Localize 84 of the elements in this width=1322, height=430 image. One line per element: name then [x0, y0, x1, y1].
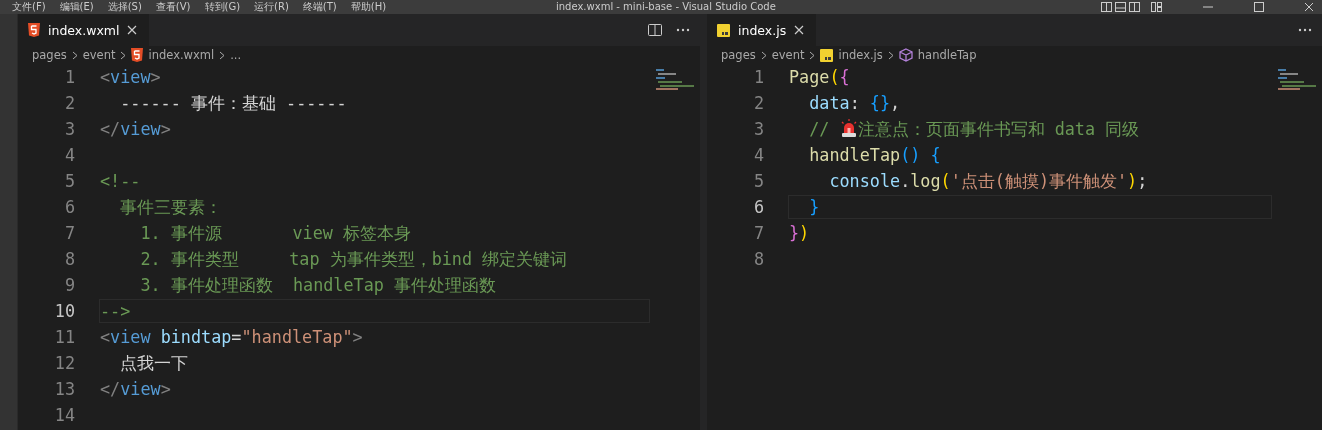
code-line: }): [789, 222, 810, 245]
chevron-icon: [71, 50, 78, 60]
code-line: 点我一下: [119, 352, 189, 375]
close-icon[interactable]: [1304, 2, 1314, 12]
line-number: 13: [53, 379, 75, 399]
code-line: 3. 事件处理函数 handleTap 事件处理函数: [139, 274, 496, 297]
code-line: 注意点：页面事件书写和 data 同级: [857, 118, 1140, 141]
editor-tab[interactable]: index.js: [707, 14, 817, 46]
file-icon: [131, 48, 144, 62]
more-actions-icon[interactable]: [676, 28, 690, 32]
breadcrumb-item[interactable]: event: [771, 48, 805, 62]
code-line: handleTap() {: [808, 144, 941, 167]
minimap-drawing: [1278, 68, 1318, 90]
more-actions-icon[interactable]: [1298, 28, 1312, 32]
line-number: 14: [53, 405, 75, 425]
line-number: 2: [63, 93, 75, 113]
line-number: 4: [63, 145, 75, 165]
code-line: //: [808, 118, 831, 141]
breadcrumb-item[interactable]: pages: [721, 48, 756, 62]
code-line: data: {},: [808, 92, 901, 115]
menu-item[interactable]: 文件(F): [12, 1, 46, 13]
maximize-icon[interactable]: [1254, 2, 1264, 12]
siren-icon: [839, 119, 858, 139]
menu-item[interactable]: 查看(V): [155, 1, 191, 13]
menu-item[interactable]: 选择(S): [107, 1, 142, 13]
window-title: index.wxml - mini-base - Visual Studio Code: [556, 1, 776, 13]
line-number: 3: [63, 119, 75, 139]
menu-item[interactable]: 运行(R): [254, 1, 289, 13]
line-number: 7: [752, 223, 764, 243]
line-number: 11: [53, 327, 75, 347]
breadcrumb-item[interactable]: event: [82, 48, 116, 62]
cube-icon: [898, 48, 913, 62]
code-line: <!--: [100, 170, 141, 193]
minimap-drawing: [656, 68, 696, 90]
file-icon: [717, 23, 730, 37]
customize-layout-icon[interactable]: [1151, 2, 1162, 12]
code-line: <view bindtap="handleTap">: [100, 326, 363, 349]
code-line: </view>: [100, 118, 171, 141]
file-icon: [820, 48, 834, 62]
code-line: -->: [100, 300, 131, 323]
line-number: 6: [63, 197, 75, 217]
breadcrumb-item[interactable]: ...: [230, 48, 242, 62]
line-number: 5: [752, 171, 764, 191]
breadcrumb-item[interactable]: index.wxml: [148, 48, 215, 62]
line-number: 9: [63, 275, 75, 295]
line-number: 4: [752, 145, 764, 165]
breadcrumb-item[interactable]: index.js: [838, 48, 883, 62]
line-number: 12: [53, 353, 75, 373]
menu-item[interactable]: 编辑(E): [59, 1, 94, 13]
breadcrumb-item[interactable]: handleTap: [917, 48, 977, 62]
split-editor-icon[interactable]: [648, 23, 662, 37]
line-number: 1: [63, 67, 75, 87]
panel-layout-icon[interactable]: [1101, 2, 1141, 12]
chevron-icon: [760, 50, 767, 60]
chevron-icon: [887, 50, 894, 60]
line-number: 8: [752, 249, 764, 269]
code-line: <view>: [100, 66, 161, 89]
close-icon[interactable]: [127, 25, 138, 35]
file-icon: [28, 23, 40, 37]
menu-item[interactable]: 帮助(H): [350, 1, 387, 13]
code-line: ------ 事件：基础 ------: [119, 92, 347, 115]
chevron-icon: [219, 50, 226, 60]
menu-item[interactable]: 转到(G): [204, 1, 241, 13]
line-number: 8: [63, 249, 75, 269]
line-number: 3: [752, 119, 764, 139]
line-number: 10: [53, 301, 75, 321]
code-line: Page({: [789, 66, 850, 89]
code-line: 事件三要素：: [119, 196, 223, 219]
code-line: </view>: [100, 378, 171, 401]
line-number: 7: [63, 223, 75, 243]
code-line: console.log('点击(触摸)事件触发');: [828, 170, 1148, 193]
menu-item[interactable]: 终端(T): [302, 1, 337, 13]
code-line: }: [808, 196, 820, 219]
code-line: 2. 事件类型 tap 为事件类型，bind 绑定关键词: [139, 248, 568, 271]
chevron-icon: [120, 50, 127, 60]
line-number: 2: [752, 93, 764, 113]
code-line: 1. 事件源 view 标签本身: [139, 222, 411, 245]
chevron-icon: [809, 50, 816, 60]
close-icon[interactable]: [794, 25, 805, 35]
editor-tab[interactable]: index.wxml: [18, 14, 150, 46]
breadcrumb-item[interactable]: pages: [32, 48, 67, 62]
line-number: 5: [63, 171, 75, 191]
line-number: 1: [752, 67, 764, 87]
line-number: 6: [752, 197, 764, 217]
